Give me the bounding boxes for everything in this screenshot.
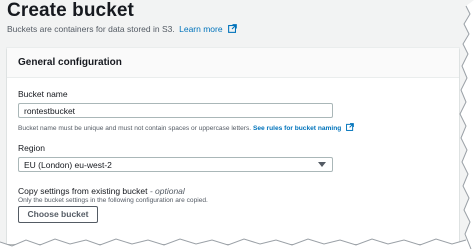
- page-description: Buckets are containers for data stored i…: [7, 24, 237, 34]
- optional-tag: - optional: [149, 186, 185, 196]
- region-value: EU (London) eu-west-2: [24, 160, 112, 170]
- region-select[interactable]: EU (London) eu-west-2: [18, 157, 333, 172]
- bucket-naming-rules-link[interactable]: See rules for bucket naming: [253, 125, 341, 132]
- region-label: Region: [18, 143, 45, 153]
- page: Create bucket Buckets are containers for…: [0, 0, 474, 249]
- dropdown-caret-icon: [318, 162, 326, 167]
- copy-settings-label: Copy settings from existing bucket - opt…: [18, 186, 185, 196]
- panel-header: General configuration: [7, 48, 459, 78]
- copy-settings-label-text: Copy settings from existing bucket: [18, 186, 148, 196]
- general-configuration-panel: General configuration Bucket name rontes…: [7, 48, 459, 244]
- bucket-name-hint: Bucket name must be unique and must not …: [18, 123, 354, 132]
- page-title: Create bucket: [7, 0, 134, 21]
- external-link-icon[interactable]: [228, 24, 237, 33]
- choose-bucket-button[interactable]: Choose bucket: [18, 206, 98, 223]
- panel-title: General configuration: [18, 57, 122, 68]
- external-link-icon[interactable]: [346, 123, 354, 131]
- bucket-name-label: Bucket name: [18, 89, 68, 99]
- bucket-name-value: rontestbucket: [24, 106, 76, 116]
- bucket-name-hint-text: Bucket name must be unique and must not …: [18, 125, 252, 132]
- description-text: Buckets are containers for data stored i…: [7, 24, 175, 34]
- copy-settings-hint: Only the bucket settings in the followin…: [18, 197, 208, 204]
- learn-more-link[interactable]: Learn more: [179, 24, 222, 34]
- bucket-name-input[interactable]: rontestbucket: [18, 103, 333, 118]
